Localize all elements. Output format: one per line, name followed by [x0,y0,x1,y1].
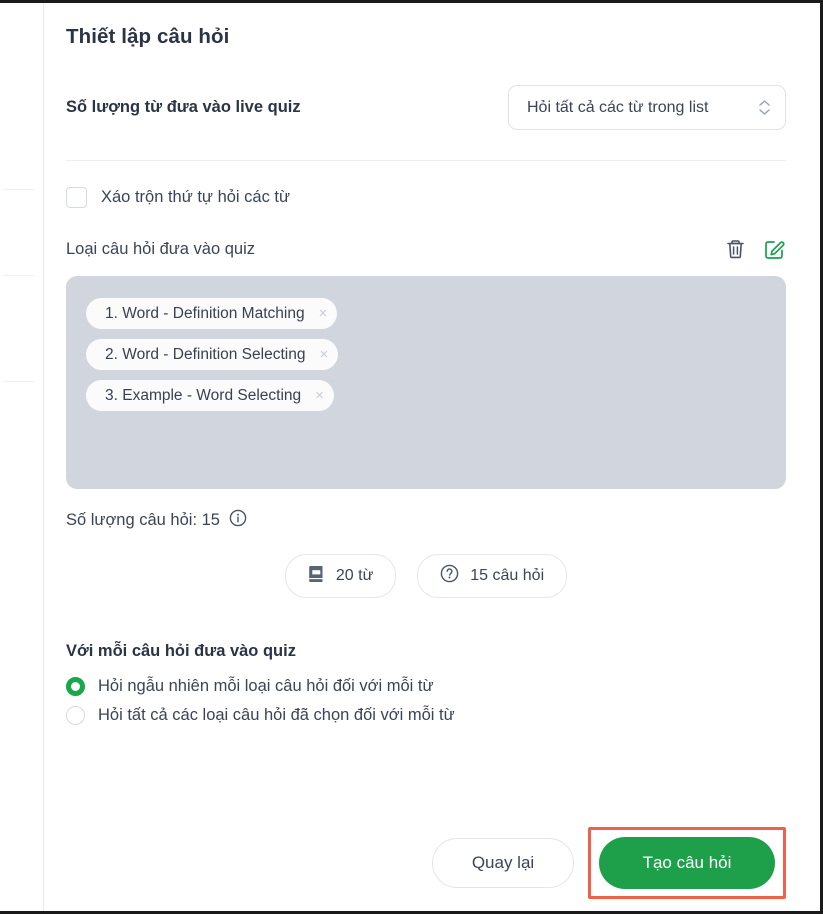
radio-random-label: Hỏi ngẫu nhiên mỗi loại câu hỏi đối với … [98,677,434,695]
per-question-title: Với mỗi câu hỏi đưa vào quiz [66,642,296,660]
word-count-select[interactable]: Hỏi tất cả các từ trong list [508,85,786,130]
rail-divider [4,381,34,382]
question-type-tag-panel: 1. Word - Definition Matching × 2. Word … [66,276,786,489]
shuffle-checkbox[interactable] [66,187,87,208]
tag-label: 2. Word - Definition Selecting [105,345,306,363]
page-title: Thiết lập câu hỏi [66,25,230,48]
back-button[interactable]: Quay lại [432,838,574,888]
trash-icon[interactable] [725,238,746,260]
create-button-highlight: Tạo câu hỏi [588,827,786,899]
question-count-row: Số lượng câu hỏi: 15 [66,509,786,532]
question-type-tag[interactable]: 1. Word - Definition Matching × [86,298,338,329]
question-circle-icon [440,564,459,588]
radio-all-label: Hỏi tất cả các loại câu hỏi đã chọn đối … [98,706,455,724]
edit-square-icon[interactable] [764,238,786,260]
shuffle-checkbox-row[interactable]: Xáo trộn thứ tự hỏi các từ [66,187,786,208]
word-count-select-value: Hỏi tất cả các từ trong list [527,98,709,116]
question-type-tag[interactable]: 2. Word - Definition Selecting × [86,339,339,370]
radio-option-all[interactable]: Hỏi tất cả các loại câu hỏi đã chọn đối … [66,706,786,725]
question-count-text: Số lượng câu hỏi: 15 [66,511,220,529]
question-count-chip-label: 15 câu hỏi [470,567,545,584]
question-type-header: Loại câu hỏi đưa vào quiz [66,238,786,260]
word-count-row: Số lượng từ đưa vào live quiz Hỏi tất cả… [66,85,786,130]
question-type-tag[interactable]: 3. Example - Word Selecting × [86,380,334,411]
tag-label: 3. Example - Word Selecting [105,386,302,404]
chevron-up-down-icon [759,100,770,115]
rail-divider [4,275,34,276]
question-count-chip: 15 câu hỏi [417,554,568,598]
section-divider [66,160,786,161]
question-type-label: Loại câu hỏi đưa vào quiz [66,239,256,258]
quiz-setup-screen: Thiết lập câu hỏi Số lượng từ đưa vào li… [0,0,823,914]
shuffle-label: Xáo trộn thứ tự hỏi các từ [101,188,291,206]
word-count-chip-label: 20 từ [335,567,374,584]
word-count-chip: 20 từ [284,554,397,598]
close-icon[interactable]: × [319,306,328,321]
radio-option-random[interactable]: Hỏi ngẫu nhiên mỗi loại câu hỏi đối với … [66,677,786,696]
tag-label: 1. Word - Definition Matching [105,304,305,322]
question-type-actions [725,238,786,260]
settings-panel: Thiết lập câu hỏi Số lượng từ đưa vào li… [44,3,820,911]
footer-actions: Quay lại Tạo câu hỏi [22,827,786,899]
word-count-label: Số lượng từ đưa vào live quiz [66,98,301,116]
left-rail [0,3,44,911]
radio-all[interactable] [66,706,85,725]
rail-divider [4,189,34,190]
create-question-button[interactable]: Tạo câu hỏi [599,837,775,889]
close-icon[interactable]: × [319,347,328,362]
info-circle-icon[interactable] [229,509,247,532]
stat-chips: 20 từ 15 câu hỏi [66,554,786,598]
close-icon[interactable]: × [315,388,324,403]
radio-random[interactable] [66,677,85,696]
book-icon [308,565,325,588]
